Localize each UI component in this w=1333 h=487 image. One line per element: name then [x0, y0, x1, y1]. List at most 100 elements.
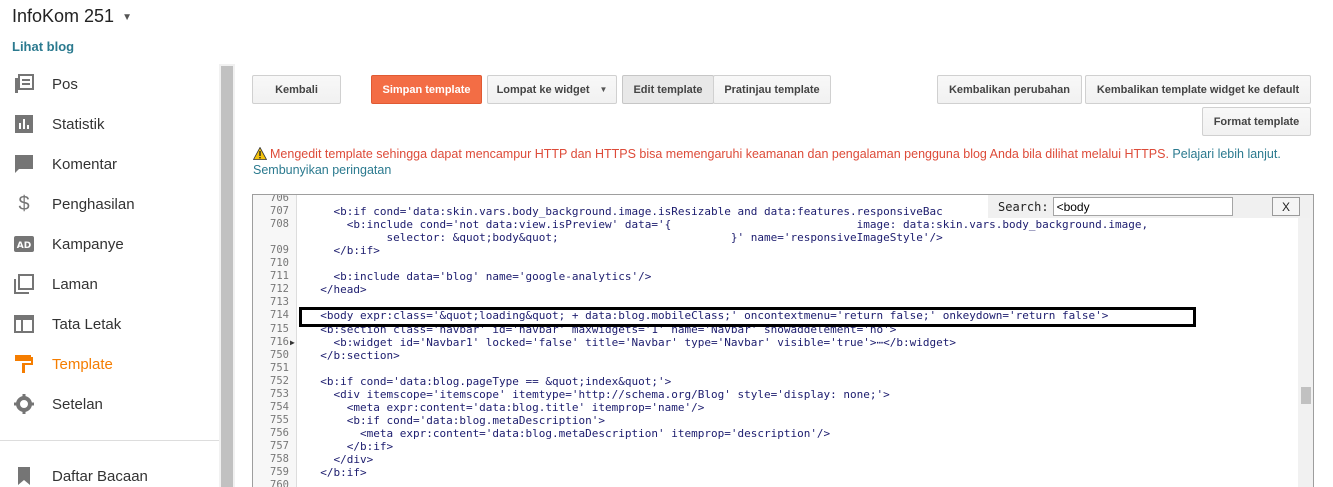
search-label: Search: [998, 199, 1049, 214]
line-number: 754 [270, 400, 289, 413]
sidebar-item-setelan[interactable]: Setelan [0, 384, 219, 424]
svg-text:AD: AD [17, 241, 31, 251]
code-text: <meta expr:content='data:blog.title' ite… [307, 400, 705, 414]
line-number: 710 [270, 257, 289, 270]
learn-more-link[interactable]: Pelajari lebih lanjut. [1172, 147, 1280, 161]
line-number: 750 [270, 348, 289, 361]
sidebar-item-label: Tata Letak [52, 315, 122, 333]
line-number: 713 [270, 296, 289, 309]
code-line: 756 <meta expr:content='data:blog.metaDe… [253, 427, 1298, 440]
layout-icon [13, 313, 35, 335]
sidebar-item-label: Template [52, 355, 113, 373]
code-line: 759 </b:if> [253, 466, 1298, 479]
sidebar-item-kampanye[interactable]: AD Kampanye [0, 224, 219, 264]
sidebar-item-tata-letak[interactable]: Tata Letak [0, 304, 219, 344]
editor-scroll-thumb[interactable] [1301, 387, 1311, 404]
line-number: 715 [270, 322, 289, 335]
sidebar-scrollbar[interactable] [219, 64, 235, 487]
line-number: 716 [270, 335, 289, 348]
highlighted-body-tag-box [299, 307, 1196, 327]
code-text: </b:if> [307, 244, 380, 258]
code-line: 750 </b:section> [253, 349, 1298, 362]
line-number: 760 [270, 479, 289, 487]
template-code-editor[interactable]: 706 707 <b:if cond='data:skin.vars.body_b… [252, 194, 1314, 487]
line-number: 751 [270, 361, 289, 374]
code-text: selector: &quot;body&quot; }' name='resp… [307, 231, 943, 245]
code-line: 712 </head> [253, 283, 1298, 296]
code-line: selector: &quot;body&quot; }' name='resp… [253, 231, 1298, 244]
line-number: 758 [270, 453, 289, 465]
search-input[interactable] [1052, 197, 1233, 216]
sidebar-item-label: Penghasilan [52, 195, 135, 213]
warning-icon [252, 146, 268, 160]
editor-search-bar: Search: X [988, 195, 1310, 218]
code-line: 760 [253, 479, 1298, 487]
revert-changes-button[interactable]: Kembalikan perubahan [937, 75, 1082, 104]
fold-arrow-icon[interactable]: ▶ [290, 336, 295, 349]
code-text: <b:if cond='data:blog.metaDescription'> [307, 413, 606, 427]
code-text: </div> [307, 453, 374, 466]
code-text: <b:widget id='Navbar1' locked='false' ti… [307, 335, 957, 349]
jump-to-widget-dropdown[interactable]: Lompat ke widget ▼ [487, 75, 617, 104]
preview-template-button[interactable]: Pratinjau template [713, 75, 831, 104]
code-line: 755 <b:if cond='data:blog.metaDescriptio… [253, 414, 1298, 427]
line-number: 709 [270, 244, 289, 257]
sidebar-item-label: Laman [52, 275, 98, 293]
code-text: </b:section> [307, 348, 400, 362]
sidebar-item-laman[interactable]: Laman [0, 264, 219, 304]
caret-down-icon: ▼ [599, 85, 608, 94]
editor-scrollbar[interactable]: ▲ [1298, 195, 1313, 487]
sidebar-item-statistik[interactable]: Statistik [0, 104, 219, 144]
revert-widget-templates-button[interactable]: Kembalikan template widget ke default [1085, 75, 1311, 104]
sidebar-item-label: Daftar Bacaan [52, 467, 148, 485]
format-template-button[interactable]: Format template [1202, 107, 1311, 136]
posts-icon [13, 73, 35, 95]
sidebar: InfoKom 251 ▼ Lihat blog Pos Statistik K… [0, 0, 235, 487]
bookmark-icon [13, 465, 35, 487]
sidebar-item-daftar-bacaan[interactable]: Daftar Bacaan [0, 456, 219, 487]
line-number: 708 [270, 218, 289, 231]
code-line: 753 <div itemscope='itemscope' itemtype=… [253, 388, 1298, 401]
back-button[interactable]: Kembali [252, 75, 341, 104]
code-text: <b:if cond='data:blog.pageType == &quot;… [307, 374, 672, 388]
save-template-button[interactable]: Simpan template [371, 75, 482, 104]
sidebar-scroll-thumb[interactable] [221, 66, 233, 487]
code-line: 710 [253, 257, 1298, 270]
code-text: </b:if> [307, 466, 367, 480]
sidebar-item-penghasilan[interactable]: $ Penghasilan [0, 184, 219, 224]
code-text: <div itemscope='itemscope' itemtype='htt… [307, 387, 890, 401]
edit-template-button[interactable]: Edit template [622, 75, 714, 104]
line-number: 711 [270, 270, 289, 283]
sidebar-item-komentar[interactable]: Komentar [0, 144, 219, 184]
code-text: <meta expr:content='data:blog.metaDescri… [307, 426, 831, 440]
sidebar-item-template[interactable]: Template [0, 344, 219, 384]
sidebar-nav: Pos Statistik Komentar $ Penghasilan AD … [0, 64, 219, 424]
gear-icon [13, 393, 35, 415]
code-text: </head> [307, 283, 367, 297]
code-line: 758 </div> [253, 453, 1298, 466]
dollar-icon: $ [18, 192, 30, 215]
blog-title-dropdown[interactable]: InfoKom 251 ▼ [12, 6, 132, 27]
line-number: 712 [270, 283, 289, 296]
line-number: 753 [270, 387, 289, 400]
blog-title: InfoKom 251 [12, 6, 115, 26]
code-line: 757 </b:if> [253, 440, 1298, 453]
sidebar-divider [0, 440, 219, 441]
line-number: 707 [270, 205, 289, 218]
sidebar-item-label: Kampanye [52, 235, 124, 253]
code-line: 754 <meta expr:content='data:blog.title'… [253, 401, 1298, 414]
sidebar-item-label: Statistik [52, 115, 105, 133]
view-blog-link[interactable]: Lihat blog [12, 39, 74, 54]
stats-icon [13, 113, 35, 135]
hide-warning-link[interactable]: Sembunyikan peringatan [253, 163, 391, 177]
line-number: 755 [270, 413, 289, 426]
code-text: </b:if> [307, 439, 394, 453]
code-text: <b:include data='blog' name='google-anal… [307, 270, 652, 284]
sidebar-item-label: Pos [52, 75, 78, 93]
search-close-button[interactable]: X [1272, 197, 1300, 216]
line-number: 752 [270, 374, 289, 387]
code-line: 716 ▶ <b:widget id='Navbar1' locked='fals… [253, 336, 1298, 349]
caret-down-icon: ▼ [122, 12, 132, 23]
sidebar-item-pos[interactable]: Pos [0, 64, 219, 104]
line-number: 706 [270, 194, 289, 204]
